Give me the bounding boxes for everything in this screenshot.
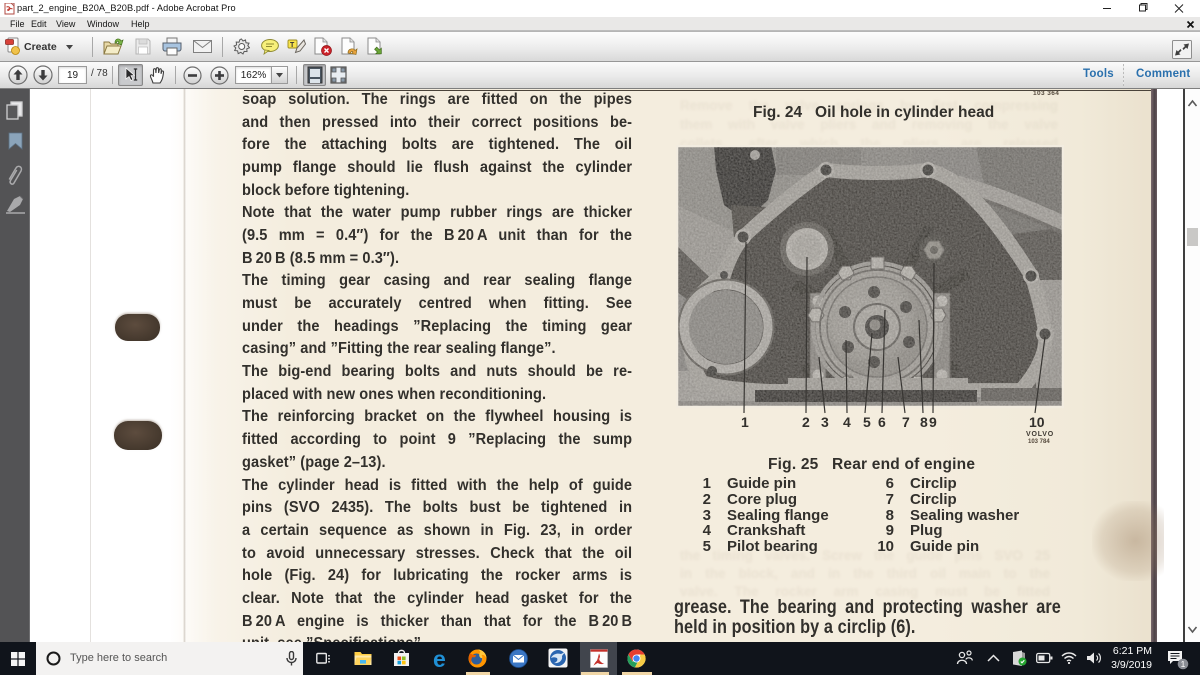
svg-text:T: T [290, 42, 295, 49]
svg-text:1: 1 [1181, 659, 1186, 669]
